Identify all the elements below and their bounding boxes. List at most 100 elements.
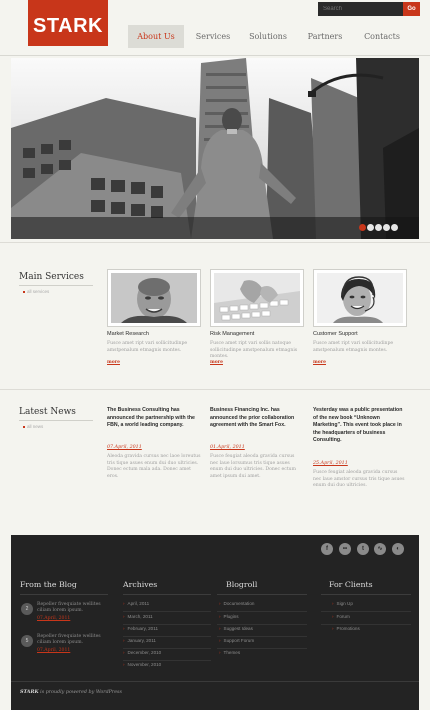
footer-blogroll-title: Blogroll	[226, 580, 258, 589]
service-thumbnail[interactable]	[210, 269, 304, 327]
nav-item-solutions[interactable]: Solutions	[242, 25, 294, 48]
service-description: Fusce amet ript vari sollis natoque soll…	[210, 341, 298, 360]
service-title: Risk Management	[210, 331, 255, 337]
archive-link[interactable]: › January, 2011	[123, 638, 156, 643]
all-services-link[interactable]: all services	[23, 289, 49, 294]
archive-link[interactable]: › December, 2010	[123, 650, 161, 655]
blog-post-date[interactable]: 07.April, 2011	[37, 648, 70, 653]
archive-label: February, 2011	[127, 626, 159, 631]
support-agent-photo	[317, 273, 403, 323]
news-excerpt: Fusce feugiat aleoda gravida cursus nec …	[210, 454, 296, 479]
main-services-title: Main Services	[19, 272, 84, 282]
keyboard-photo	[214, 273, 300, 323]
divider	[321, 624, 411, 625]
news-excerpt: Fusce feugiat aleoda gravida cursus nec …	[313, 470, 405, 489]
slider-dot-5[interactable]	[391, 224, 398, 231]
search-input[interactable]	[318, 2, 400, 16]
blog-post-date[interactable]: 07.April, 2011	[37, 616, 70, 621]
archive-link[interactable]: › March, 2011	[123, 614, 153, 619]
clients-link[interactable]: › Promotions	[332, 626, 360, 631]
blogroll-link[interactable]: › Documentation	[219, 601, 254, 606]
archive-link[interactable]: › February, 2011	[123, 626, 158, 631]
twitter-icon[interactable]: t	[357, 543, 369, 555]
divider	[321, 611, 411, 612]
archive-label: December, 2010	[127, 650, 162, 655]
service-more-link[interactable]: more	[107, 360, 120, 365]
service-thumbnail[interactable]	[313, 269, 407, 327]
service-more-link[interactable]: more	[313, 360, 326, 365]
divider	[217, 636, 307, 637]
clients-link[interactable]: › Forum	[332, 614, 350, 619]
divider	[217, 611, 307, 612]
slider-dot-3[interactable]	[375, 224, 382, 231]
divider	[321, 594, 411, 595]
divider	[11, 681, 419, 682]
news-date[interactable]: 25.April, 2011	[313, 461, 348, 466]
hero-image	[11, 58, 419, 239]
page: STARK Go About Us Services Solutions Par…	[0, 0, 430, 710]
service-thumbnail[interactable]	[107, 269, 201, 327]
divider	[0, 242, 430, 243]
service-description: Fusce amet ript vari sollicitudinpe amst…	[313, 341, 394, 353]
blogroll-link[interactable]: › Themes	[219, 650, 240, 655]
search-button[interactable]: Go	[403, 2, 420, 16]
clients-link[interactable]: › Sign Up	[332, 601, 353, 606]
service-more-link[interactable]: more	[210, 360, 223, 365]
blogroll-label: Documentation	[223, 601, 255, 606]
title-underline	[19, 285, 93, 286]
news-headline[interactable]: The Business Consulting has announced th…	[107, 407, 201, 430]
site-header: STARK Go About Us Services Solutions Par…	[0, 0, 430, 56]
news-headline[interactable]: Business Financing Inc. has announced th…	[210, 407, 304, 430]
slider-dots	[359, 224, 399, 231]
blogroll-link[interactable]: › Suggest Ideas	[219, 626, 253, 631]
news-excerpt: Aleoda gravida cursus nec laoe loreutus …	[107, 454, 201, 479]
hero-slider[interactable]	[11, 58, 419, 239]
news-date[interactable]: 07.April, 2011	[107, 445, 142, 450]
flickr-icon[interactable]: ••	[339, 543, 351, 555]
copyright-label: is proudly powered by WordPress	[38, 690, 122, 695]
rss-icon[interactable]: ∿	[374, 543, 386, 555]
copyright-brand: STARK	[20, 689, 39, 695]
clients-label: Promotions	[336, 626, 360, 631]
search-bar: Go	[318, 2, 420, 16]
divider	[20, 594, 108, 595]
slider-dot-2[interactable]	[367, 224, 374, 231]
footer-clients-title: For Clients	[329, 580, 373, 589]
nav-item-partners[interactable]: Partners	[294, 25, 356, 48]
slider-dot-1[interactable]	[359, 224, 366, 231]
blogroll-link[interactable]: › Plugins	[219, 614, 239, 619]
blog-post-excerpt[interactable]: Repeller fivequiate wellites ciliam lore…	[37, 602, 109, 614]
news-date[interactable]: 01.April, 2011	[210, 445, 245, 450]
all-news-link[interactable]: all news	[23, 424, 43, 429]
nav-item-contacts[interactable]: Contacts	[356, 25, 408, 48]
divider	[123, 660, 211, 661]
slider-dot-4[interactable]	[383, 224, 390, 231]
comment-count-badge: 2	[21, 603, 33, 615]
archive-link[interactable]: › April, 2011	[123, 601, 149, 606]
blogroll-label: Support Forum	[223, 638, 255, 643]
divider	[217, 648, 307, 649]
chat-icon[interactable]: ◐	[392, 543, 404, 555]
archive-label: November, 2010	[127, 662, 162, 667]
service-title: Market Research	[107, 331, 149, 337]
latest-news-title: Latest News	[19, 407, 76, 417]
businessman-photo	[111, 273, 197, 323]
archive-link[interactable]: › November, 2010	[123, 662, 161, 667]
site-footer: f •• t ∿ ◐ From the Blog 2 Repeller five…	[11, 535, 419, 710]
archive-label: April, 2011	[127, 601, 150, 606]
divider	[123, 636, 211, 637]
divider	[217, 624, 307, 625]
divider	[123, 611, 211, 612]
news-headline[interactable]: Yesterday was a public presentation of t…	[313, 407, 407, 445]
clients-label: Sign Up	[336, 601, 353, 606]
divider	[123, 594, 211, 595]
clients-label: Forum	[336, 614, 350, 619]
nav-item-services[interactable]: Services	[184, 25, 242, 48]
facebook-icon[interactable]: f	[321, 543, 333, 555]
nav-item-about-us[interactable]: About Us	[128, 25, 184, 48]
blogroll-label: Plugins	[223, 614, 239, 619]
copyright-text: STARK is proudly powered by WordPress	[20, 689, 122, 695]
blog-post-excerpt[interactable]: Repeller fivequiate wellites ciliam lore…	[37, 634, 109, 646]
blogroll-link[interactable]: › Support Forum	[219, 638, 254, 643]
site-logo[interactable]: STARK	[28, 0, 108, 46]
